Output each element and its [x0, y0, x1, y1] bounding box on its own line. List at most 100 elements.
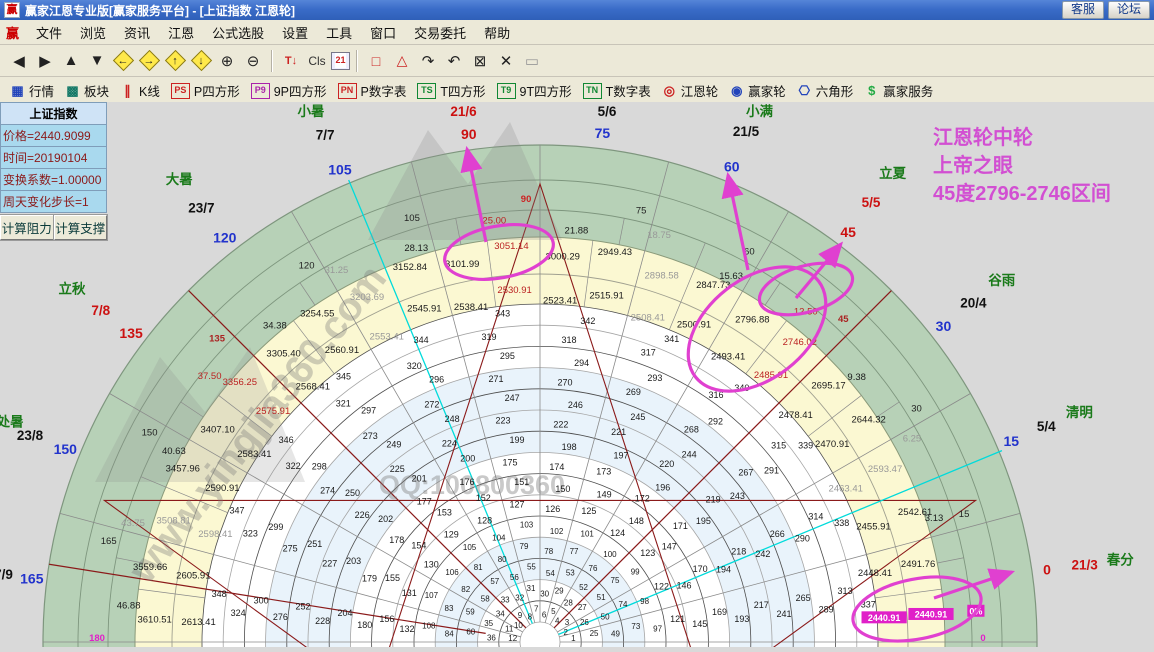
menu-item-settings[interactable]: 设置 — [273, 21, 317, 44]
svg-text:2538.41: 2538.41 — [454, 302, 488, 313]
svg-text:53: 53 — [566, 568, 575, 577]
menu-item-trade-order[interactable]: 交易委托 — [405, 21, 475, 44]
main-toolbar: ◀▶▲▼←→↑↓⊕⊖ T↓Cls21 □△↷↶⊠✕▭ — [0, 45, 1154, 77]
pan-down-icon[interactable]: ↓ — [189, 49, 213, 73]
svg-text:51: 51 — [597, 593, 606, 602]
module-p-square[interactable]: PSP四方形 — [167, 79, 247, 102]
module-hexagon[interactable]: ⎔六角形 — [793, 79, 861, 102]
svg-text:171: 171 — [673, 521, 688, 531]
screen-icon[interactable]: ▭ — [520, 49, 544, 73]
svg-text:7: 7 — [534, 605, 539, 614]
svg-text:345: 345 — [336, 371, 351, 381]
svg-text:154: 154 — [411, 541, 426, 551]
rotate-ccw-icon[interactable]: ↶ — [442, 49, 466, 73]
svg-text:219: 219 — [706, 494, 721, 504]
square-tool-icon[interactable]: □ — [364, 49, 388, 73]
cls-button[interactable]: Cls — [305, 49, 329, 73]
svg-text:165: 165 — [101, 536, 117, 547]
svg-text:271: 271 — [488, 374, 503, 384]
svg-text:9: 9 — [518, 611, 523, 620]
svg-text:131: 131 — [402, 588, 417, 598]
t-line-icon[interactable]: T↓ — [279, 49, 303, 73]
gann-wheel-chart[interactable]: www.yingjia360.comQQ:1008003602491.76254… — [0, 102, 1154, 647]
zoom-out-icon[interactable]: ⊖ — [241, 49, 265, 73]
svg-text:30: 30 — [911, 404, 922, 415]
svg-text:2545.91: 2545.91 — [407, 303, 441, 314]
rotate-cw-icon[interactable]: ↷ — [416, 49, 440, 73]
module-9p-square[interactable]: P99P四方形 — [247, 79, 334, 102]
svg-text:228: 228 — [315, 616, 330, 626]
menu-item-news[interactable]: 资讯 — [115, 21, 159, 44]
svg-text:23/8: 23/8 — [17, 428, 44, 443]
svg-text:18.75: 18.75 — [647, 230, 671, 241]
svg-text:56: 56 — [510, 573, 519, 582]
svg-text:2644.32: 2644.32 — [851, 414, 885, 425]
svg-text:52: 52 — [579, 583, 588, 592]
svg-text:222: 222 — [553, 420, 568, 430]
svg-text:34.38: 34.38 — [263, 320, 287, 331]
svg-text:97: 97 — [653, 625, 662, 634]
svg-text:2575.91: 2575.91 — [256, 406, 290, 417]
svg-text:155: 155 — [385, 573, 400, 583]
module-gann-wheel[interactable]: ◎江恩轮 — [658, 79, 726, 102]
menu-item-browse[interactable]: 浏览 — [71, 21, 115, 44]
menu-item-help[interactable]: 帮助 — [475, 21, 519, 44]
ps-icon: PS — [171, 83, 190, 99]
svg-text:43.75: 43.75 — [121, 518, 145, 529]
menu-item-formula-stock-pick[interactable]: 公式选股 — [203, 21, 273, 44]
module-winner-service[interactable]: $赢家服务 — [860, 79, 940, 102]
svg-text:21/6: 21/6 — [450, 104, 477, 119]
svg-text:5: 5 — [551, 607, 556, 616]
pan-right-icon[interactable]: → — [137, 49, 161, 73]
grid-icon: ▦ — [10, 84, 25, 98]
menu-item-gann[interactable]: 江恩 — [159, 21, 203, 44]
svg-text:223: 223 — [495, 416, 510, 426]
svg-text:220: 220 — [659, 459, 674, 469]
svg-text:7/9: 7/9 — [0, 567, 13, 582]
module-winner-wheel[interactable]: ◉赢家轮 — [725, 79, 793, 102]
menu-item-window[interactable]: 窗口 — [361, 21, 405, 44]
index-field-2: 变换系数=1.00000 — [0, 169, 107, 191]
module-t-square[interactable]: TST四方形 — [413, 79, 492, 102]
nav-up-icon[interactable]: ▲ — [59, 49, 83, 73]
svg-text:152: 152 — [476, 493, 491, 503]
svg-text:75: 75 — [611, 576, 620, 585]
module-kline[interactable]: ∥K线 — [116, 79, 167, 102]
gann-wheel-canvas[interactable]: www.yingjia360.comQQ:1008003602491.76254… — [0, 102, 1154, 647]
svg-text:3508.81: 3508.81 — [157, 515, 191, 526]
calc-support-button[interactable]: 计算支撑 — [54, 215, 108, 240]
nav-prev-icon[interactable]: ◀ — [7, 49, 31, 73]
svg-text:7/7: 7/7 — [316, 128, 335, 143]
nav-down-icon[interactable]: ▼ — [85, 49, 109, 73]
nav-next-icon[interactable]: ▶ — [33, 49, 57, 73]
svg-text:126: 126 — [545, 504, 560, 514]
svg-text:324: 324 — [231, 608, 246, 618]
svg-text:54: 54 — [546, 569, 555, 578]
module-p-table[interactable]: PNP数字表 — [334, 79, 414, 102]
svg-text:2508.41: 2508.41 — [631, 312, 665, 323]
svg-text:3203.69: 3203.69 — [350, 292, 384, 303]
svg-text:103: 103 — [520, 520, 534, 529]
svg-text:132: 132 — [399, 624, 414, 634]
module-9t-square[interactable]: T99T四方形 — [493, 79, 579, 102]
box-select-icon[interactable]: ⊠ — [468, 49, 492, 73]
module-t-table[interactable]: TNT数字表 — [579, 79, 658, 102]
customer-service-button[interactable]: 客服 — [1062, 1, 1104, 19]
forum-button[interactable]: 论坛 — [1108, 1, 1150, 19]
pan-up-icon[interactable]: ↑ — [163, 49, 187, 73]
module-sectors[interactable]: ▩板块 — [61, 79, 116, 102]
zoom-in-icon[interactable]: ⊕ — [215, 49, 239, 73]
svg-text:243: 243 — [730, 491, 745, 501]
svg-text:348: 348 — [212, 589, 227, 599]
shrink-icon[interactable]: ✕ — [494, 49, 518, 73]
menu-item-tools[interactable]: 工具 — [317, 21, 361, 44]
module-quotes[interactable]: ▦行情 — [6, 79, 61, 102]
menu-item-file[interactable]: 文件 — [27, 21, 71, 44]
svg-text:248: 248 — [445, 414, 460, 424]
calendar-icon[interactable]: 21 — [331, 52, 350, 70]
svg-text:130: 130 — [424, 559, 439, 569]
svg-text:200: 200 — [460, 454, 475, 464]
pan-left-icon[interactable]: ← — [111, 49, 135, 73]
calc-resistance-button[interactable]: 计算阻力 — [0, 215, 54, 240]
triangle-tool-icon[interactable]: △ — [390, 49, 414, 73]
